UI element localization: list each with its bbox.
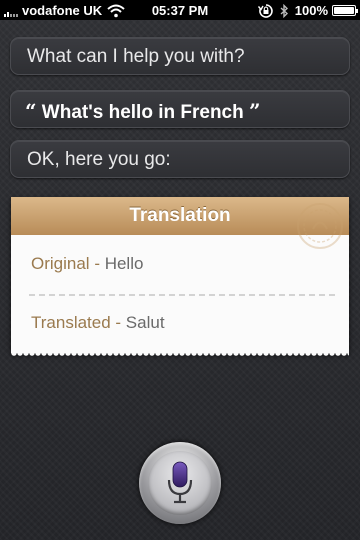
card-torn-edge	[11, 353, 349, 357]
assistant-prompt-text: What can I help you with?	[27, 46, 245, 67]
battery-percentage: 100%	[294, 3, 328, 18]
status-bar: vodafone UK 05:37 PM 100%	[0, 0, 360, 20]
battery-icon	[332, 5, 358, 16]
seal-icon	[297, 203, 343, 249]
assistant-reply-bubble: OK, here you go:	[10, 140, 350, 178]
original-row: Original - Hello	[31, 254, 143, 274]
translated-value: Salut	[125, 313, 165, 332]
assistant-prompt-bubble: What can I help you with?	[10, 37, 350, 75]
open-quote-mark: “	[25, 99, 37, 123]
microphone-icon	[167, 461, 193, 504]
translated-separator: -	[110, 313, 126, 332]
battery-fill	[334, 7, 354, 14]
original-value: Hello	[104, 254, 144, 273]
status-right: 100%	[257, 3, 358, 18]
user-query-bubble[interactable]: “ What's hello in French ”	[10, 90, 350, 128]
translated-label: Translated	[31, 313, 111, 332]
orientation-lock-icon	[257, 3, 273, 18]
bluetooth-icon	[280, 3, 288, 18]
original-label: Original	[31, 254, 90, 273]
original-separator: -	[89, 254, 105, 273]
translated-row: Translated - Salut	[31, 313, 165, 333]
row-divider	[29, 294, 335, 296]
translation-card[interactable]: Translation Original - Hello Translated …	[11, 197, 349, 357]
user-query-text: What's hello in French	[41, 102, 244, 123]
close-quote-mark: ”	[249, 99, 261, 123]
microphone-button[interactable]	[139, 442, 221, 524]
microphone-button-face	[148, 451, 212, 515]
assistant-reply-text: OK, here you go:	[27, 149, 171, 170]
